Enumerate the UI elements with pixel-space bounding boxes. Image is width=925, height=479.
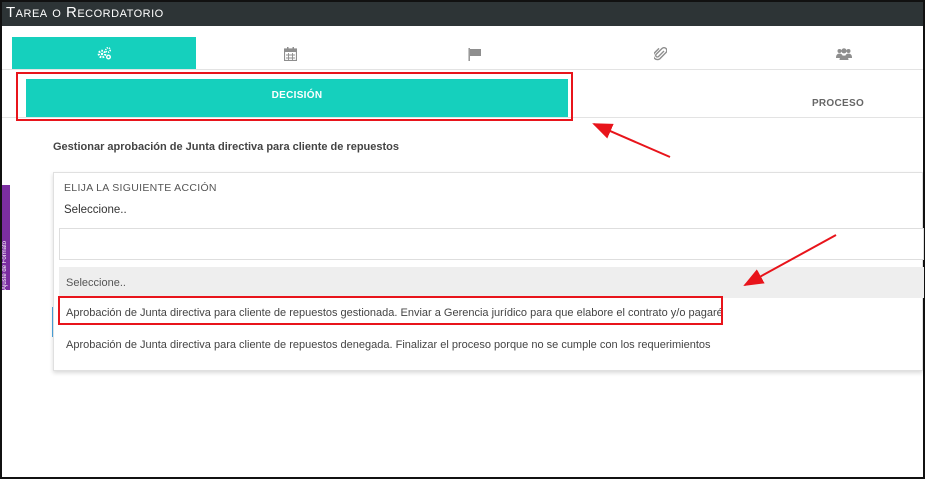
tab-calendar[interactable] (198, 38, 382, 70)
side-format-tab[interactable]: Ajuste de Formato (2, 185, 10, 290)
action-select-value[interactable]: Seleccione.. (64, 204, 127, 216)
gears-icon (97, 46, 112, 60)
users-icon (836, 48, 852, 60)
side-format-tab-label: Ajuste de Formato (2, 240, 8, 290)
tab-gears[interactable] (12, 37, 196, 69)
flag-icon (468, 47, 481, 61)
annotation-box-decision-tab (16, 72, 573, 121)
icon-tab-bar (2, 26, 923, 70)
tab-attachments[interactable] (568, 38, 752, 70)
calendar-icon (283, 47, 297, 61)
tab-proceso[interactable]: PROCESO (792, 98, 884, 109)
tab-flag[interactable] (383, 38, 567, 70)
option-denied[interactable]: Aprobación de Junta directiva para clien… (59, 339, 924, 359)
action-select-label: ELIJA LA SIGUIENTE ACCIÓN (64, 182, 217, 194)
paperclip-icon (653, 47, 667, 61)
dialog-title-bar: Tarea o Recordatorio (2, 2, 923, 26)
option-placeholder[interactable]: Seleccione.. (59, 267, 924, 298)
dialog-title: Tarea o Recordatorio (6, 4, 164, 21)
tab-users[interactable] (752, 38, 925, 70)
action-select-panel: ELIJA LA SIGUIENTE ACCIÓN Seleccione.. S… (53, 172, 924, 371)
annotation-box-approved-option (58, 296, 723, 325)
action-search-input[interactable] (59, 228, 924, 260)
task-title: Gestionar aprobación de Junta directiva … (53, 141, 399, 153)
